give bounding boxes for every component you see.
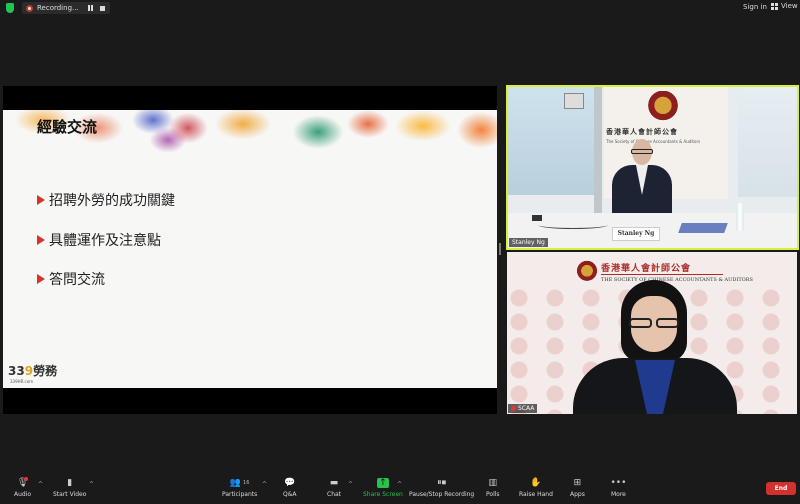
apps-icon: ⊞: [573, 478, 582, 488]
water-bottle: [736, 203, 744, 231]
top-bar: Recording... Sign in View: [0, 0, 800, 16]
society-crest-icon: [646, 91, 680, 123]
more-button[interactable]: ••• More: [610, 478, 627, 498]
company-logo: 339勞務 339HR.com: [8, 364, 58, 384]
slide-bullet: 招聘外勞的成功關鍵: [37, 190, 175, 210]
participants-count: 16: [243, 480, 250, 486]
raise-hand-button[interactable]: ✋ Raise Hand: [519, 478, 553, 498]
polls-button[interactable]: ▥ Polls: [486, 478, 500, 498]
slide-bullet: 答問交流: [37, 269, 105, 289]
slide-bullet: 具體運作及注意點: [37, 230, 161, 250]
pause-stop-recording-button[interactable]: ⏸⏹ Pause/Stop Recording: [409, 478, 474, 498]
panel-resize-handle[interactable]: [499, 243, 501, 255]
recording-indicator: Recording...: [22, 2, 110, 14]
recording-label: Recording...: [37, 4, 79, 12]
video-tile-stanley-ng[interactable]: 香港華人會計師公會 The Society of Chinese Account…: [506, 85, 799, 250]
society-name-zh: 香港華人會計師公會: [601, 264, 692, 274]
bullet-triangle-icon: [37, 235, 45, 245]
pause-stop-icon: ⏸⏹: [437, 478, 447, 488]
sign-in-link[interactable]: Sign in: [743, 3, 767, 11]
grid-view-icon: [771, 2, 778, 10]
participants-button[interactable]: 👥 16 Participants: [222, 478, 257, 498]
end-meeting-button[interactable]: End: [766, 482, 796, 495]
polls-icon: ▥: [488, 478, 498, 488]
audio-warning-dot-icon: [24, 477, 28, 481]
bullet-triangle-icon: [37, 274, 45, 284]
participants-options-chevron-icon[interactable]: ^: [262, 481, 267, 488]
chat-icon: ▬: [329, 478, 339, 488]
qa-button[interactable]: 💬 Q&A: [283, 478, 297, 498]
chat-button[interactable]: ▬ Chat: [327, 478, 341, 498]
video-tile-scaa[interactable]: 香港華人會計師公會 THE SOCIETY OF CHINESE ACCOUNT…: [507, 252, 797, 414]
view-button[interactable]: View: [771, 2, 798, 10]
pause-recording-icon[interactable]: [88, 5, 94, 11]
share-options-chevron-icon[interactable]: ^: [397, 481, 402, 488]
participant-name-tag: SCAA: [508, 404, 538, 413]
qa-icon: 💬: [284, 478, 296, 488]
participants-icon: 👥 16: [229, 478, 250, 488]
recording-dot-icon: [26, 4, 33, 12]
zoom-meeting-window: Recording... Sign in View 經驗交流 招聘外勞的成功關鍵…: [0, 0, 800, 504]
apps-button[interactable]: ⊞ Apps: [570, 478, 585, 498]
chat-options-chevron-icon[interactable]: ^: [348, 481, 353, 488]
participant-video-person: [612, 139, 672, 221]
more-dots-icon: •••: [610, 478, 627, 488]
start-video-button[interactable]: ▮ Start Video: [53, 478, 86, 498]
company-website: 339HR.com: [10, 379, 34, 384]
phone-icon: [532, 215, 542, 221]
share-screen-icon: ↑: [376, 478, 389, 488]
video-options-chevron-icon[interactable]: ^: [89, 481, 94, 488]
muted-mic-icon: [511, 406, 516, 411]
stop-recording-icon[interactable]: [100, 5, 105, 11]
participant-video-person: [573, 280, 737, 414]
shared-screen: 經驗交流 招聘外勞的成功關鍵 具體運作及注意點 答問交流 339勞務 339HR…: [3, 86, 497, 414]
presentation-slide: 經驗交流 招聘外勞的成功關鍵 具體運作及注意點 答問交流 339勞務 339HR…: [3, 110, 497, 388]
bullet-triangle-icon: [37, 195, 45, 205]
video-camera-off-icon: ▮: [67, 478, 73, 488]
audio-options-chevron-icon[interactable]: ^: [38, 481, 43, 488]
slide-title: 經驗交流: [37, 118, 98, 136]
meeting-toolbar: 🎙 Audio ^ ▮ Start Video ^ 👥 16 Participan…: [0, 474, 800, 504]
participant-name-tag: Stanley Ng: [509, 238, 548, 247]
view-label: View: [781, 2, 798, 10]
wall-monitor: [564, 93, 584, 109]
audio-button[interactable]: 🎙 Audio: [14, 478, 31, 498]
security-shield-icon[interactable]: [6, 3, 14, 13]
society-name-zh: 香港華人會計師公會: [606, 128, 678, 136]
hand-icon: ✋: [530, 478, 542, 488]
desk-nameplate: Stanley Ng: [612, 227, 660, 241]
